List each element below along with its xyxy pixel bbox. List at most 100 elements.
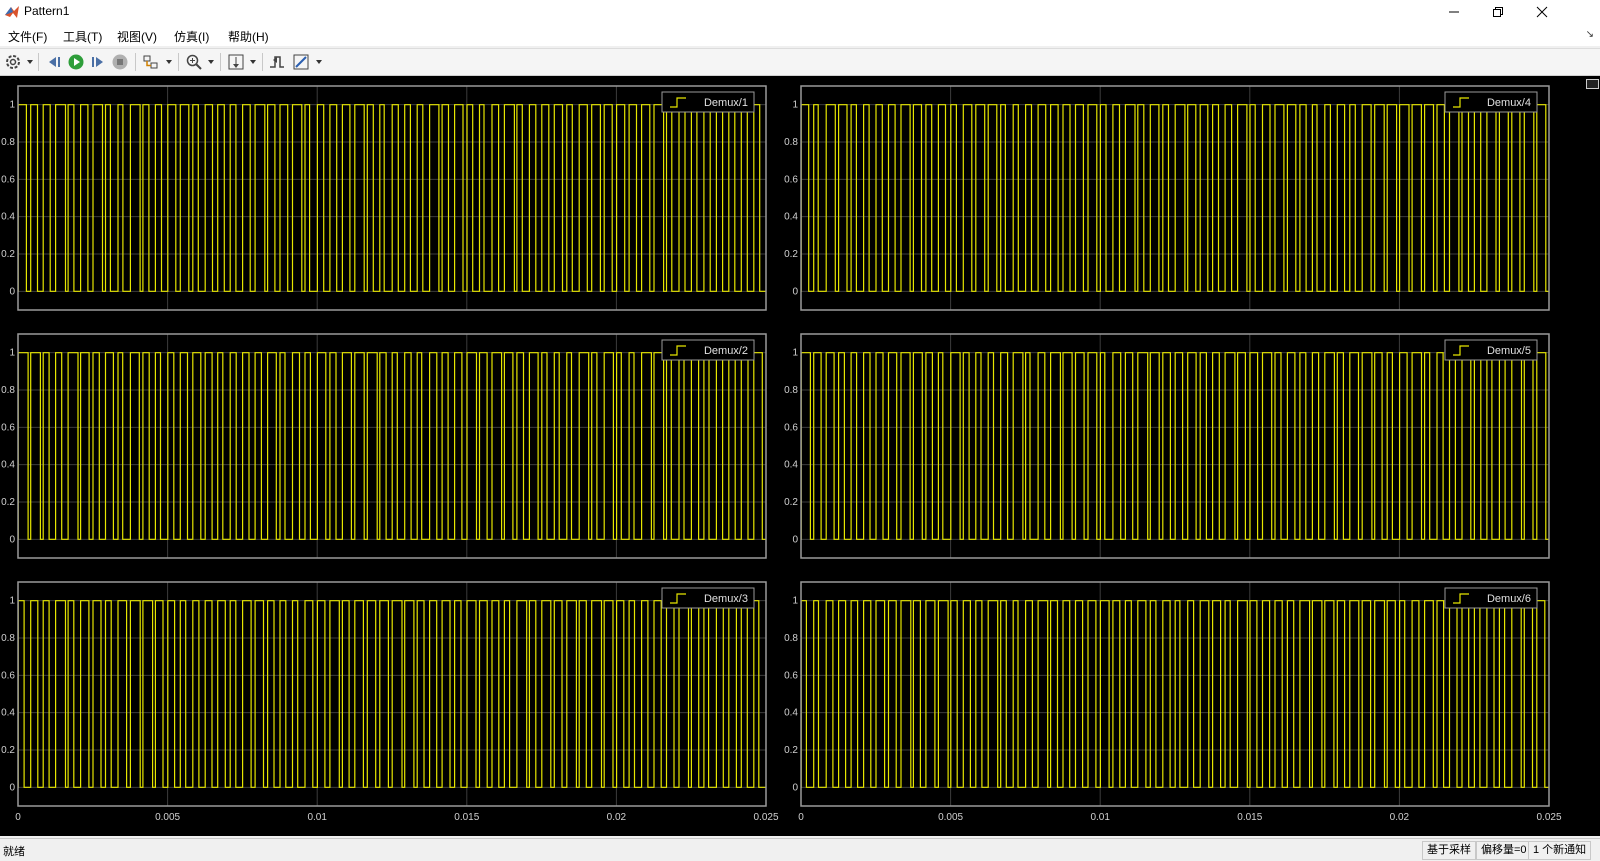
y-tick-label: 0.8 xyxy=(1,137,15,148)
signal-trace xyxy=(17,600,766,788)
legend-label: Demux/3 xyxy=(704,593,748,605)
x-tick-label: 0.005 xyxy=(938,812,963,823)
menu-simulation[interactable]: 仿真(I) xyxy=(174,28,209,45)
y-tick-label: 0.6 xyxy=(1,670,15,681)
highlight-dropdown-icon[interactable] xyxy=(166,60,172,64)
y-tick-label: 1 xyxy=(9,348,15,359)
y-tick-label: 0 xyxy=(9,782,15,793)
y-tick-label: 0.8 xyxy=(784,633,798,644)
x-tick-label: 0.025 xyxy=(753,812,778,823)
y-tick-label: 0 xyxy=(792,782,798,793)
legend-label: Demux/5 xyxy=(1487,345,1531,357)
menu-tools[interactable]: 工具(T) xyxy=(63,28,102,45)
toolbar-separator xyxy=(178,53,179,71)
scope-axes-3: 0 0.2 0.4 0.6 0.8 1 0 0.005 0.01 0.015 0.02 0.025 De… xyxy=(1,581,779,823)
x-tick-label: 0.02 xyxy=(1390,812,1410,823)
signal-trace xyxy=(800,352,1549,540)
scale-axes-icon[interactable] xyxy=(227,53,245,71)
y-tick-label: 0.6 xyxy=(784,174,798,185)
stop-icon[interactable] xyxy=(111,53,129,71)
y-tick-label: 1 xyxy=(792,596,798,607)
x-tick-label: 0.01 xyxy=(1090,812,1110,823)
y-tick-label: 1 xyxy=(9,100,15,111)
zoom-dropdown-icon[interactable] xyxy=(208,60,214,64)
y-tick-label: 0 xyxy=(792,286,798,297)
scope-axes-1: 0 0.2 0.4 0.6 0.8 1 Demux/1 xyxy=(1,85,767,311)
signal-trace xyxy=(17,104,766,292)
x-tick-label: 0.015 xyxy=(454,812,479,823)
matlab-logo-icon xyxy=(5,6,19,18)
status-sampling: 基于采样 xyxy=(1422,841,1476,860)
toolbar-separator xyxy=(38,53,39,71)
menu-file[interactable]: 文件(F) xyxy=(8,28,47,45)
measurements-dropdown-icon[interactable] xyxy=(316,60,322,64)
undock-axes-button[interactable] xyxy=(1586,79,1599,89)
menu-help[interactable]: 帮助(H) xyxy=(228,28,269,45)
scope-axes-5: 0 0.2 0.4 0.6 0.8 1 Demux/5 xyxy=(784,333,1550,559)
y-tick-label: 0.2 xyxy=(784,249,798,260)
zoom-in-icon[interactable] xyxy=(185,53,203,71)
close-icon xyxy=(1536,6,1548,18)
y-tick-label: 1 xyxy=(9,596,15,607)
legend-label: Demux/6 xyxy=(1487,593,1531,605)
menu-view[interactable]: 视图(V) xyxy=(117,28,157,45)
minimize-button[interactable] xyxy=(1432,0,1476,24)
signal-trace xyxy=(800,600,1549,788)
scope-plot-area: 0 0.2 0.4 0.6 0.8 1 Demux/1 0 0.2 0.4 0.6 0.8 1 Demux… xyxy=(0,76,1600,836)
status-offset: 偏移量=0 xyxy=(1476,841,1532,860)
y-tick-label: 1 xyxy=(792,348,798,359)
menu-bar: 文件(F) 工具(T) 视图(V) 仿真(I) 帮助(H) ↘ xyxy=(0,24,1600,46)
legend-label: Demux/1 xyxy=(704,97,748,109)
y-tick-label: 0 xyxy=(9,286,15,297)
y-tick-label: 0 xyxy=(9,534,15,545)
y-tick-label: 1 xyxy=(792,100,798,111)
y-tick-label: 0.8 xyxy=(784,137,798,148)
restore-icon xyxy=(1493,7,1503,17)
run-icon[interactable] xyxy=(67,53,85,71)
x-tick-label: 0.015 xyxy=(1237,812,1262,823)
y-tick-label: 0.6 xyxy=(1,174,15,185)
minimize-icon xyxy=(1449,11,1459,13)
toolbar-separator xyxy=(262,53,263,71)
triggers-icon[interactable] xyxy=(268,53,286,71)
y-tick-label: 0.2 xyxy=(1,249,15,260)
y-tick-label: 0.8 xyxy=(1,385,15,396)
measurements-icon[interactable] xyxy=(292,53,310,71)
settings-dropdown-icon[interactable] xyxy=(27,60,33,64)
x-tick-label: 0 xyxy=(15,812,21,823)
toolbar-separator xyxy=(220,53,221,71)
status-ready: 就绪 xyxy=(3,846,25,858)
y-tick-label: 0.4 xyxy=(1,708,15,719)
x-tick-label: 0.02 xyxy=(607,812,627,823)
status-bar: 就绪 基于采样 偏移量=0 1 个新通知 xyxy=(0,838,1600,861)
undock-arrow-icon[interactable]: ↘ xyxy=(1586,29,1594,40)
scope-axes-4: 0 0.2 0.4 0.6 0.8 1 Demux/4 xyxy=(784,85,1550,311)
restore-button[interactable] xyxy=(1476,0,1520,24)
scope-axes-6: 0 0.2 0.4 0.6 0.8 1 0 0.005 0.01 0.015 0.02 0.025 De… xyxy=(784,581,1562,823)
toolbar-separator xyxy=(135,53,136,71)
y-tick-label: 0.4 xyxy=(1,212,15,223)
scale-dropdown-icon[interactable] xyxy=(250,60,256,64)
y-tick-label: 0.2 xyxy=(1,497,15,508)
y-tick-label: 0.6 xyxy=(1,422,15,433)
settings-icon[interactable] xyxy=(4,53,22,71)
y-tick-label: 0.4 xyxy=(784,212,798,223)
y-tick-label: 0.4 xyxy=(1,460,15,471)
scope-axes-2: 0 0.2 0.4 0.6 0.8 1 Demux/2 xyxy=(1,333,767,559)
legend-label: Demux/2 xyxy=(704,345,748,357)
signal-trace xyxy=(800,104,1549,292)
y-tick-label: 0.2 xyxy=(1,745,15,756)
status-notification[interactable]: 1 个新通知 xyxy=(1528,841,1592,860)
signal-trace xyxy=(17,352,766,540)
window-title: Pattern1 xyxy=(24,4,70,18)
scope-chart: 0 0.2 0.4 0.6 0.8 1 Demux/1 0 0.2 0.4 0.6 0.8 1 Demux… xyxy=(1,85,1562,823)
x-tick-label: 0.005 xyxy=(155,812,180,823)
legend-label: Demux/4 xyxy=(1487,97,1531,109)
step-forward-icon[interactable] xyxy=(89,53,107,71)
x-tick-label: 0.01 xyxy=(307,812,327,823)
y-tick-label: 0.2 xyxy=(784,745,798,756)
highlight-block-icon[interactable] xyxy=(142,53,160,71)
y-tick-label: 0.8 xyxy=(784,385,798,396)
step-back-icon[interactable] xyxy=(45,53,63,71)
close-button[interactable] xyxy=(1520,0,1564,24)
